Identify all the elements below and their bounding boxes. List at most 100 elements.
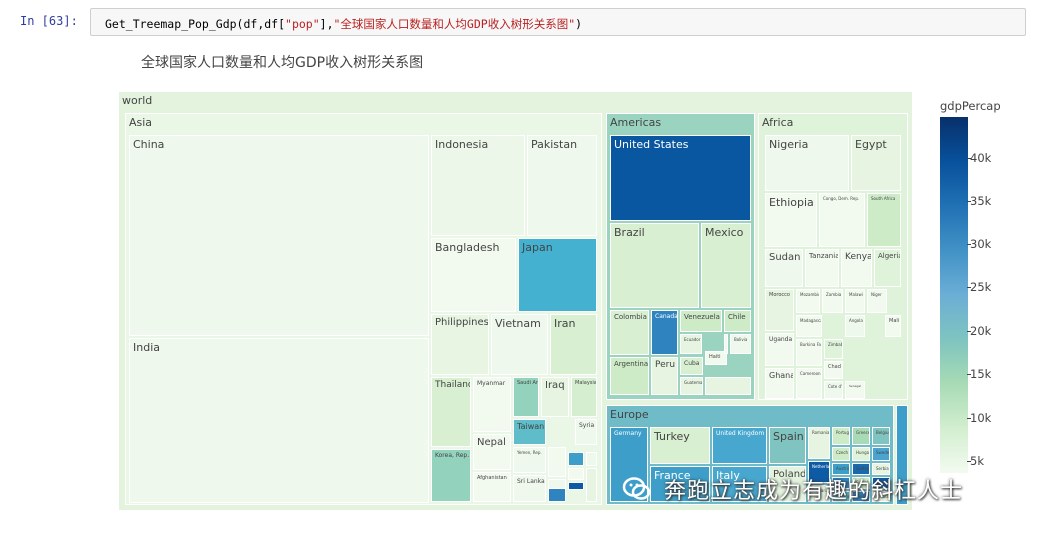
treemap-tile[interactable]	[586, 468, 597, 502]
treemap-tile[interactable]: Senegal	[845, 381, 865, 399]
treemap-tile[interactable]: Brazil	[610, 223, 699, 308]
treemap-tile[interactable]	[548, 447, 566, 477]
treemap-tile[interactable]: Iran	[550, 314, 597, 375]
treemap-tile[interactable]: Guatemala	[680, 377, 703, 395]
treemap-tile[interactable]: Malawi	[845, 289, 865, 313]
treemap-tile-label: Iraq	[545, 380, 565, 391]
treemap-tile[interactable]: Niger	[867, 289, 887, 313]
treemap-tile-label: Pakistan	[531, 138, 578, 151]
colorbar-tick: 10k	[966, 411, 992, 425]
treemap-tile[interactable]: Ghana	[765, 368, 794, 399]
treemap-tile[interactable]: Romania	[808, 427, 830, 459]
treemap-tile[interactable]: South Africa	[867, 193, 901, 247]
treemap-tile[interactable]: Spain	[769, 427, 806, 464]
treemap-tile[interactable]	[705, 377, 751, 395]
colorbar-tick: 5k	[967, 454, 984, 468]
treemap-tile[interactable]: Turkey	[650, 427, 710, 464]
treemap-tile[interactable]	[724, 334, 728, 354]
treemap-tile[interactable]: Peru	[651, 357, 678, 395]
treemap-tile[interactable]: Portugal	[832, 427, 850, 445]
treemap-tile[interactable]: Zimbabwe	[824, 339, 843, 359]
treemap-tile-label: Canada	[655, 313, 678, 320]
treemap-tile[interactable]: Mali	[885, 315, 901, 337]
treemap-tile[interactable]: Zambia	[822, 289, 843, 313]
treemap-tile[interactable]: Vietnam	[491, 314, 548, 375]
treemap-tile[interactable]: Burkina Faso	[796, 339, 822, 366]
treemap-tile-label: Zambia	[826, 292, 842, 297]
treemap-tile[interactable]: Belgium	[872, 427, 890, 445]
treemap-tile[interactable]: Morocco	[765, 289, 794, 331]
treemap-tile[interactable]: United Kingdom	[712, 427, 767, 464]
treemap-tile[interactable]: Malaysia	[571, 377, 597, 417]
treemap-tile[interactable]: Colombia	[610, 310, 649, 355]
treemap-tile[interactable]: Greece	[852, 427, 870, 445]
treemap-tile[interactable]: Myanmar	[473, 377, 511, 432]
treemap-tile-label: United Kingdom	[716, 430, 765, 437]
treemap-tile-label: Ecuador	[684, 337, 701, 342]
treemap-tile[interactable]: Nepal	[473, 434, 511, 470]
code-input-cell[interactable]: Get_Treemap_Pop_Gdp(df,df["pop"],"全球国家人口…	[90, 8, 1026, 36]
treemap-tile[interactable]: Sri Lanka	[513, 475, 546, 502]
treemap-tile[interactable]: Thailand	[431, 377, 471, 447]
watermark-text: 奔跑立志成为有趣的斜杠人士	[664, 479, 964, 504]
treemap-tile[interactable]: Indonesia	[431, 135, 525, 236]
treemap-tile[interactable]: Mozambique	[796, 289, 820, 313]
treemap-tile-label: Mozambique	[800, 292, 819, 297]
treemap-tile[interactable]: Ecuador	[680, 334, 702, 354]
treemap-tile-label: Yemen, Rep.	[517, 450, 542, 455]
treemap-tile[interactable]: Japan	[518, 238, 597, 312]
treemap-tile[interactable]: Bolivia	[730, 334, 751, 354]
treemap-tile[interactable]	[548, 488, 566, 502]
treemap-tile-label: Asia	[129, 116, 153, 129]
treemap-tile[interactable]: Venezuela	[680, 310, 722, 332]
treemap-tile[interactable]	[568, 468, 584, 480]
treemap-tile[interactable]: United States	[610, 135, 751, 221]
treemap-tile[interactable]: Mexico	[701, 223, 751, 308]
treemap-tile[interactable]: Pakistan	[527, 135, 597, 236]
treemap-tile[interactable]: Ethiopia	[765, 193, 817, 247]
treemap-tile[interactable]	[586, 452, 597, 466]
treemap-tile[interactable]: Canada	[651, 310, 678, 355]
treemap-tile[interactable]: Congo, Dem. Rep.	[819, 193, 865, 247]
treemap-tile[interactable]	[568, 482, 584, 490]
treemap-tile[interactable]: India	[129, 338, 429, 503]
treemap-tile[interactable]: Chile	[724, 310, 751, 332]
treemap-tile[interactable]: Egypt	[851, 135, 901, 191]
treemap-tile[interactable]: Philippines	[431, 314, 489, 375]
treemap-tile[interactable]: Syria	[575, 419, 597, 445]
treemap-tile[interactable]: Hungary	[852, 447, 870, 461]
treemap-tile[interactable]: Yemen, Rep.	[513, 447, 546, 473]
treemap-tile[interactable]: Chad	[824, 361, 843, 379]
treemap-tile[interactable]	[568, 452, 584, 466]
treemap-tile[interactable]: Bangladesh	[431, 238, 516, 312]
treemap-tile-label: Angola	[849, 318, 863, 323]
treemap-tile-label: Thailand	[435, 380, 471, 390]
treemap-tile[interactable]: Angola	[845, 315, 865, 337]
treemap-tile[interactable]: Nigeria	[765, 135, 849, 191]
treemap-tile[interactable]: Iraq	[541, 377, 569, 417]
treemap-tile[interactable]: Algeria	[874, 249, 901, 287]
treemap-tile-label: Algeria	[878, 252, 901, 260]
treemap-tile[interactable]: Sweden	[872, 447, 890, 461]
treemap-tile[interactable]: Saudi Arabia	[513, 377, 539, 417]
treemap-tile-label: Cameroon	[800, 371, 821, 376]
treemap-tile[interactable]: Taiwan	[513, 419, 546, 445]
treemap-tile[interactable]: Cuba	[680, 357, 703, 375]
treemap-tile-label: Ethiopia	[769, 196, 814, 209]
treemap-tile[interactable]: China	[129, 135, 429, 336]
treemap-tile[interactable]: Uganda	[765, 333, 794, 366]
treemap-tile[interactable]: Cote d'Ivoire	[824, 381, 843, 399]
treemap-tile[interactable]: Afghanistan	[473, 472, 511, 502]
treemap-tile[interactable]: Sudan	[765, 249, 803, 287]
treemap-tile[interactable]: Madagascar	[796, 315, 822, 337]
treemap-tile[interactable]: Tanzania	[805, 249, 839, 287]
treemap-tile[interactable]: Czech Republic	[832, 447, 850, 461]
treemap-tile-label: Burkina Faso	[800, 342, 821, 347]
treemap-tile-label: Uganda	[769, 336, 793, 343]
code-string-title: "全球国家人口数量和人均GDP收入树形关系图"	[333, 17, 576, 31]
treemap-tile[interactable]: Korea, Rep.	[431, 449, 471, 502]
treemap-tile[interactable]: Cameroon	[796, 368, 822, 399]
treemap-tile[interactable]: Kenya	[841, 249, 872, 287]
treemap-tile-label: United States	[614, 138, 689, 151]
treemap-tile[interactable]: Argentina	[610, 357, 649, 395]
